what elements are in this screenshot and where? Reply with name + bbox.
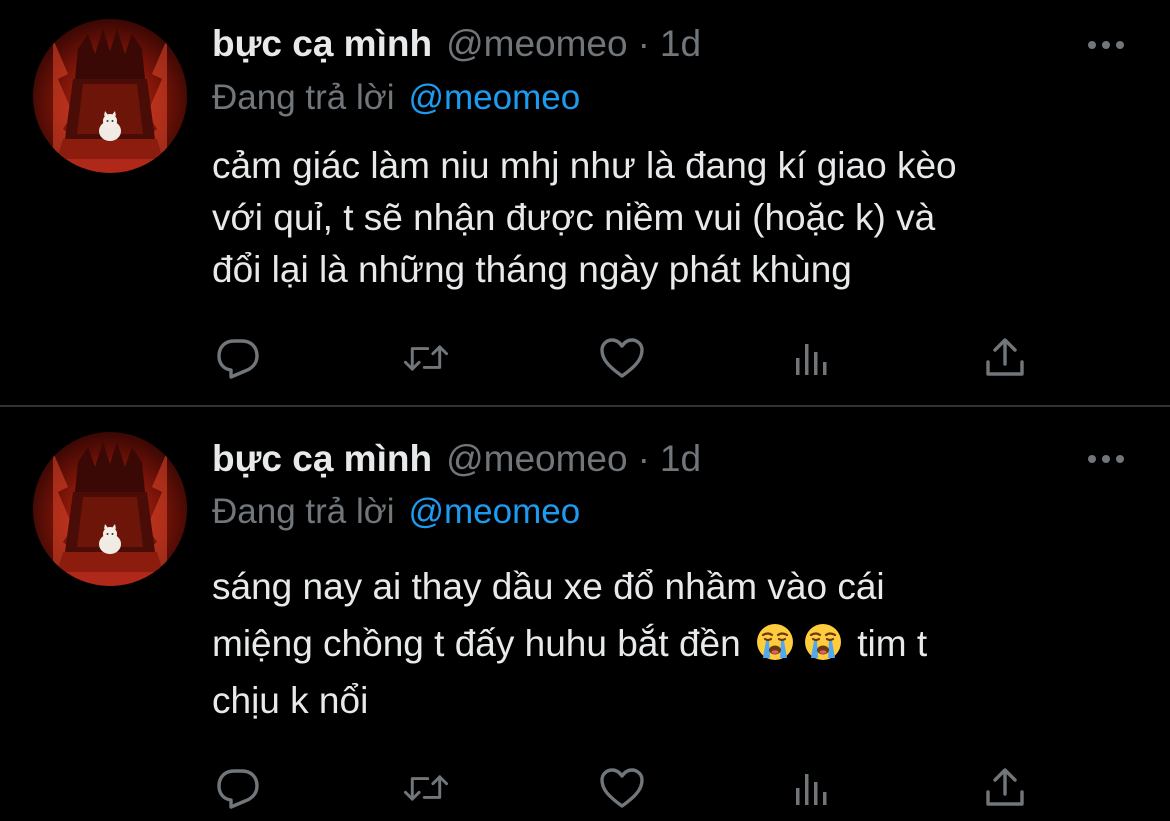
tweet-text-line: tim t <box>857 623 928 664</box>
replying-to-label: Đang trả lời <box>212 78 395 117</box>
tweet-text: sáng nay ai thay dầu xe đổ nhầm vào cái … <box>212 558 1132 729</box>
tweet-text: cảm giác làm niu mhj như là đang kí giao… <box>212 145 957 290</box>
loudly-crying-face-icon <box>803 621 843 661</box>
like-icon[interactable] <box>598 334 646 382</box>
author-handle[interactable]: @meomeo <box>446 438 628 480</box>
tweet-actions <box>212 764 1042 812</box>
tweet-text-line: sáng nay ai thay dầu xe đổ nhầm vào cái <box>212 566 885 607</box>
replying-to: Đang trả lời @meomeo <box>212 492 580 532</box>
share-icon[interactable] <box>981 334 1029 382</box>
replying-to-label: Đang trả lời <box>212 492 395 531</box>
reply-mention-link[interactable]: @meomeo <box>408 492 580 531</box>
tweet-text-line: chịu k nổi <box>212 680 369 721</box>
separator-dot: · <box>637 438 650 479</box>
reply-icon[interactable] <box>214 334 262 382</box>
author-name[interactable]: bực cạ mình <box>212 438 432 480</box>
avatar[interactable] <box>33 432 187 586</box>
reply-icon[interactable] <box>214 764 262 812</box>
replying-to: Đang trả lời @meomeo <box>212 78 580 118</box>
timestamp[interactable]: 1d <box>660 23 701 65</box>
tweet[interactable]: bực cạ mình @meomeo · 1d Đang trả lời @me… <box>0 408 1170 821</box>
retweet-icon[interactable] <box>402 764 450 812</box>
more-options-icon[interactable] <box>1084 30 1128 60</box>
avatar-image <box>33 19 187 173</box>
avatar-image <box>33 432 187 586</box>
like-icon[interactable] <box>598 764 646 812</box>
views-icon[interactable] <box>789 334 837 382</box>
author-name[interactable]: bực cạ mình <box>212 23 432 65</box>
avatar[interactable] <box>33 19 187 173</box>
tweet-header: bực cạ mình @meomeo · 1d <box>212 18 701 70</box>
separator-dot: · <box>637 23 650 64</box>
timestamp[interactable]: 1d <box>660 438 701 480</box>
loudly-crying-face-icon <box>755 621 795 661</box>
reply-mention-link[interactable]: @meomeo <box>408 78 580 117</box>
retweet-icon[interactable] <box>402 334 450 382</box>
tweet-text-line: miệng chồng t đấy huhu bắt đền <box>212 623 741 664</box>
tweet-header: bực cạ mình @meomeo · 1d <box>212 433 701 485</box>
more-options-icon[interactable] <box>1084 444 1128 474</box>
tweet-divider <box>0 405 1170 407</box>
author-handle[interactable]: @meomeo <box>446 23 628 65</box>
views-icon[interactable] <box>789 764 837 812</box>
share-icon[interactable] <box>981 764 1029 812</box>
tweet[interactable]: bực cạ mình @meomeo · 1d Đang trả lời @me… <box>0 0 1170 406</box>
tweet-actions <box>212 334 1042 382</box>
